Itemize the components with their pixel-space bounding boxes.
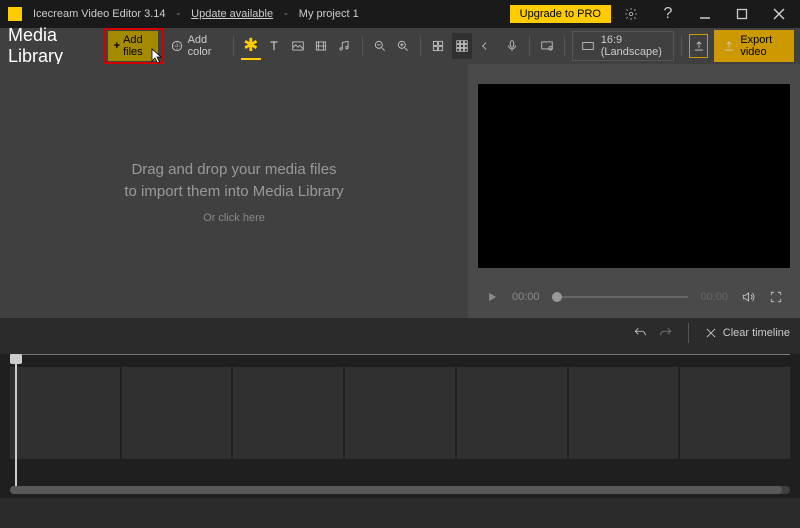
zoom-in-button[interactable] xyxy=(393,33,413,59)
gear-icon xyxy=(623,6,639,22)
export-label: Export video xyxy=(740,34,786,58)
track-slot[interactable] xyxy=(233,367,343,459)
update-link[interactable]: Update available xyxy=(187,8,277,20)
player-controls: 00:00 00:00 xyxy=(478,276,790,318)
add-color-button[interactable]: Add color xyxy=(166,33,226,59)
app-logo xyxy=(8,7,22,21)
star-icon: ✱ xyxy=(243,35,258,56)
aspect-icon xyxy=(581,38,595,54)
track-slot[interactable] xyxy=(569,367,679,459)
add-files-button[interactable]: + Add files xyxy=(108,31,158,61)
toolbar: Media Library + Add files Add color ✱ 16… xyxy=(0,28,800,64)
separator xyxy=(420,36,421,56)
view-large-button[interactable] xyxy=(428,33,448,59)
view-small-button[interactable] xyxy=(452,33,472,59)
image-icon xyxy=(290,38,306,54)
separator xyxy=(362,36,363,56)
preview-screen xyxy=(478,84,790,268)
preview-panel: 00:00 00:00 xyxy=(468,64,800,318)
help-button[interactable]: ? xyxy=(651,0,685,28)
aspect-label: 16:9 (Landscape) xyxy=(601,34,666,58)
media-library-title: Media Library xyxy=(6,25,100,67)
plus-icon: + xyxy=(114,40,120,52)
clear-timeline-button[interactable]: Clear timeline xyxy=(703,325,790,341)
media-library-dropzone[interactable]: Drag and drop your media files to import… xyxy=(0,64,468,318)
zoom-in-icon xyxy=(395,38,411,54)
track-slot[interactable] xyxy=(122,367,232,459)
progress-slider[interactable] xyxy=(552,296,689,298)
timeline-toolbar: Clear timeline xyxy=(0,318,800,348)
timeline-ruler[interactable] xyxy=(10,354,790,361)
settings-button[interactable] xyxy=(614,0,648,28)
separator xyxy=(681,36,682,56)
current-time: 00:00 xyxy=(512,291,540,303)
track-slot[interactable] xyxy=(345,367,455,459)
main-area: Drag and drop your media files to import… xyxy=(0,64,800,318)
add-files-label: Add files xyxy=(123,34,152,58)
dropzone-sub: Or click here xyxy=(203,212,265,224)
track-slot[interactable] xyxy=(680,367,790,459)
text-icon xyxy=(266,38,282,54)
maximize-button[interactable] xyxy=(725,0,759,28)
filter-audio-button[interactable] xyxy=(334,33,354,59)
timeline-tracks xyxy=(0,361,800,465)
fullscreen-button[interactable] xyxy=(768,289,784,305)
close-icon xyxy=(703,325,719,341)
chevron-left-icon xyxy=(477,38,493,54)
filter-text-button[interactable] xyxy=(264,33,284,59)
app-title: Icecream Video Editor 3.14 xyxy=(29,8,169,20)
playhead[interactable] xyxy=(10,354,22,494)
microphone-icon xyxy=(504,38,520,54)
grid-small-icon xyxy=(454,38,470,54)
separator xyxy=(233,36,234,56)
voiceover-button[interactable] xyxy=(501,33,521,59)
screen-record-button[interactable] xyxy=(537,33,557,59)
screen-icon xyxy=(539,38,555,54)
redo-button[interactable] xyxy=(658,325,674,341)
music-icon xyxy=(336,38,352,54)
close-button[interactable] xyxy=(762,0,796,28)
export-button[interactable]: Export video xyxy=(714,30,794,62)
volume-button[interactable] xyxy=(740,289,756,305)
grid-large-icon xyxy=(430,38,446,54)
aspect-ratio-selector[interactable]: 16:9 (Landscape) xyxy=(572,31,675,61)
project-name: My project 1 xyxy=(295,8,363,20)
track-slot[interactable] xyxy=(10,367,120,459)
separator xyxy=(688,323,689,343)
add-color-label: Add color xyxy=(188,34,222,58)
separator xyxy=(564,36,565,56)
timeline-scrollbar[interactable] xyxy=(10,486,790,494)
separator: - xyxy=(280,8,292,20)
export-settings-icon xyxy=(691,38,707,54)
export-settings-button[interactable] xyxy=(689,34,708,58)
collapse-button[interactable] xyxy=(475,33,495,59)
timeline[interactable] xyxy=(0,354,800,498)
highlight-box: + Add files xyxy=(103,28,163,64)
clear-timeline-label: Clear timeline xyxy=(723,327,790,339)
zoom-out-icon xyxy=(372,38,388,54)
film-icon xyxy=(313,38,329,54)
dropzone-text-1: Drag and drop your media files xyxy=(131,159,336,182)
filter-favorite-button[interactable]: ✱ xyxy=(241,32,261,60)
titlebar: Icecream Video Editor 3.14 - Update avai… xyxy=(0,0,800,28)
dropzone-text-2: to import them into Media Library xyxy=(124,181,343,204)
minimize-button[interactable] xyxy=(688,0,722,28)
upgrade-button[interactable]: Upgrade to PRO xyxy=(510,5,611,23)
color-wheel-icon xyxy=(170,38,184,54)
play-button[interactable] xyxy=(484,289,500,305)
filter-image-button[interactable] xyxy=(287,33,307,59)
zoom-out-button[interactable] xyxy=(369,33,389,59)
track-slot[interactable] xyxy=(457,367,567,459)
total-time: 00:00 xyxy=(700,291,728,303)
export-icon xyxy=(722,38,736,54)
undo-button[interactable] xyxy=(632,325,648,341)
separator xyxy=(529,36,530,56)
separator: - xyxy=(172,8,184,20)
filter-video-button[interactable] xyxy=(311,33,331,59)
